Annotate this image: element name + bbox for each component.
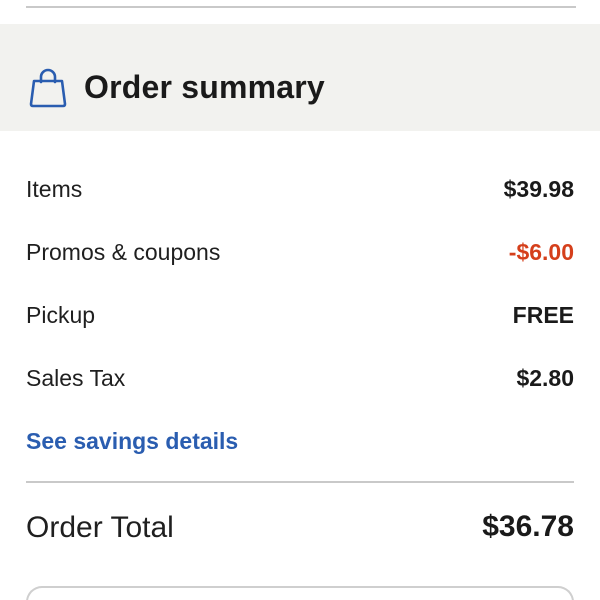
line-item-value: FREE [512,302,574,328]
total-divider [26,481,574,483]
line-item-label: Promos & coupons [26,239,221,265]
line-item-label: Pickup [26,302,96,328]
line-item-value: $39.98 [503,176,574,202]
order-total-value: $36.78 [482,510,574,543]
see-savings-details-link[interactable]: See savings details [26,424,238,458]
shopping-bag-icon [29,68,67,108]
next-section-card [26,586,574,600]
line-item-pickup: Pickup FREE [26,298,574,332]
line-item-value: $2.80 [516,365,574,391]
line-item-label: Items [26,176,83,202]
line-item-items: Items $39.98 [26,172,574,206]
line-item-sales-tax: Sales Tax $2.80 [26,361,574,395]
top-divider [26,6,576,8]
discount-value: -$6.00 [508,239,574,265]
line-item-label: Sales Tax [26,365,126,391]
order-summary-title: Order summary [84,69,325,105]
line-item-promos-coupons: Promos & coupons -$6.00 [26,235,574,269]
order-summary-header: Order summary [0,24,600,131]
order-total-label: Order Total [26,511,174,544]
order-summary-panel: Order summary Items $39.98 Promos & coup… [0,0,600,600]
